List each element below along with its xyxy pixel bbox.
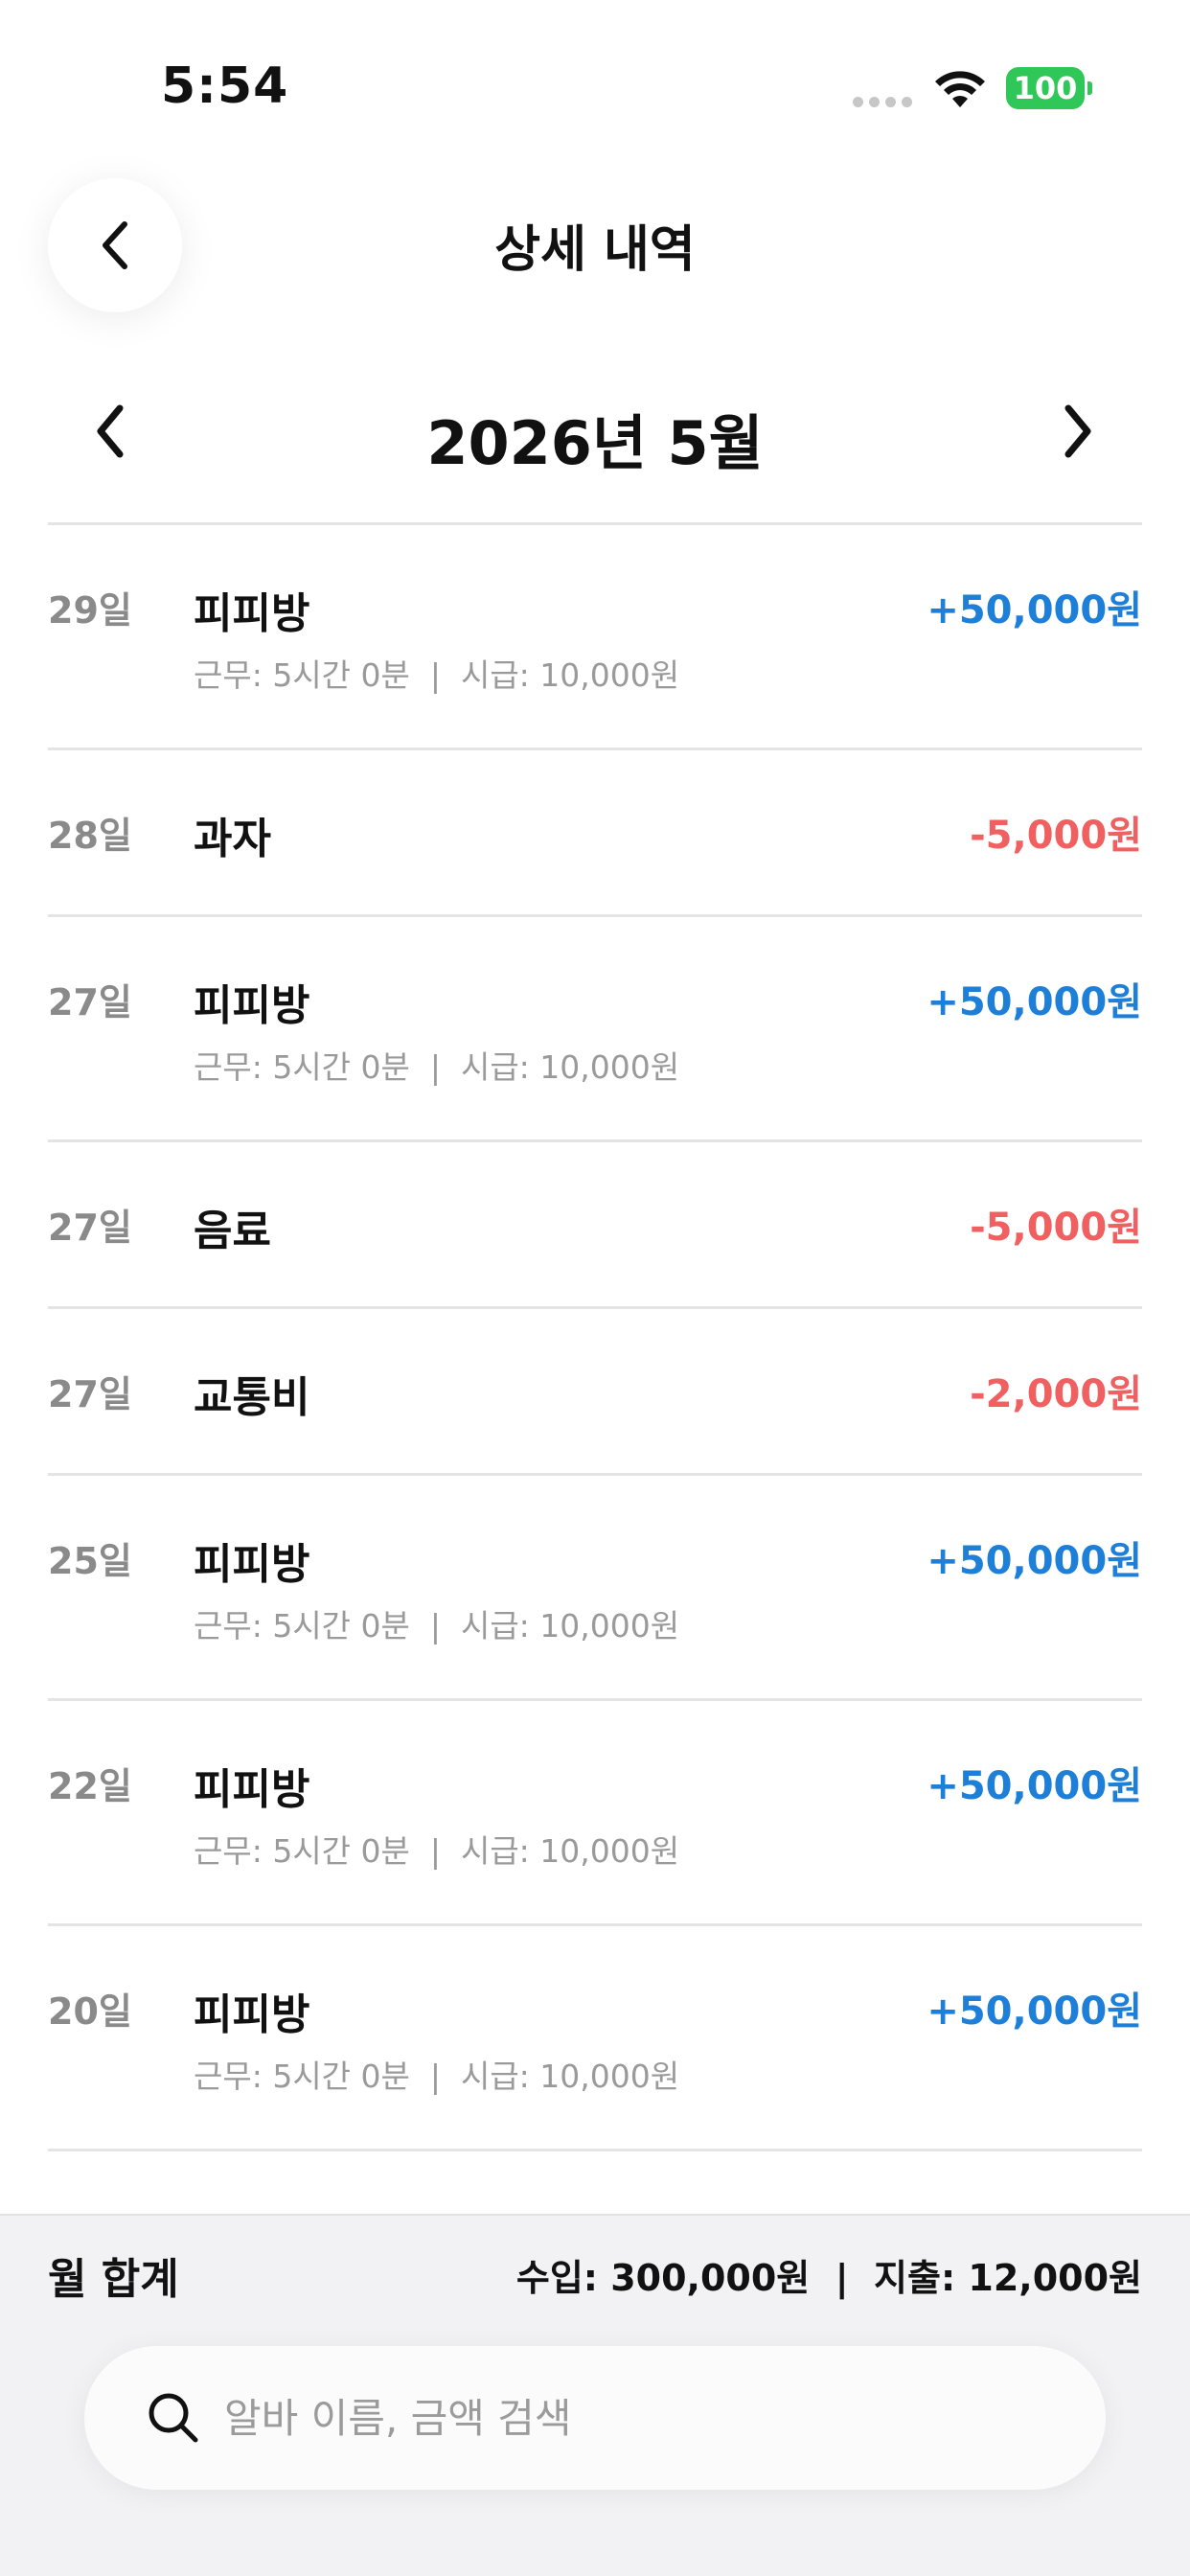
- transaction-amount: +50,000원: [927, 1764, 1142, 1808]
- battery-level: 100: [1006, 67, 1085, 109]
- cellular-signal-icon: [853, 94, 914, 109]
- transaction-amount: +50,000원: [927, 980, 1142, 1024]
- transaction-name: 피피방: [194, 1540, 310, 1589]
- transaction-row[interactable]: 25일 피피방 근무: 5시간 0분 | 시급: 10,000원 +50,000…: [48, 1476, 1142, 1698]
- transaction-day: 20일: [48, 1990, 132, 2033]
- page-title: 상세 내역: [494, 221, 696, 279]
- battery-icon: 100: [1006, 67, 1092, 109]
- search-icon: [149, 2393, 198, 2443]
- transaction-name: 피피방: [194, 1765, 310, 1814]
- transaction-amount: +50,000원: [927, 1990, 1142, 2034]
- transaction-day: 27일: [48, 1207, 132, 1249]
- transaction-row[interactable]: 20일 피피방 근무: 5시간 0분 | 시급: 10,000원 +50,000…: [48, 1926, 1142, 2149]
- transaction-detail: 근무: 5시간 0분 | 시급: 10,000원: [194, 1048, 680, 1086]
- transaction-name: 피피방: [194, 589, 310, 638]
- transaction-detail: 근무: 5시간 0분 | 시급: 10,000원: [194, 656, 680, 694]
- transaction-day: 22일: [48, 1765, 132, 1807]
- transaction-name: 피피방: [194, 1990, 310, 2039]
- transaction-name: 음료: [194, 1207, 271, 1255]
- status-time: 5:54: [161, 58, 289, 115]
- transaction-row[interactable]: 27일 피피방 근무: 5시간 0분 | 시급: 10,000원 +50,000…: [48, 917, 1142, 1139]
- transaction-row[interactable]: 22일 피피방 근무: 5시간 0분 | 시급: 10,000원 +50,000…: [48, 1701, 1142, 1923]
- status-bar: 5:54 100: [0, 0, 1190, 163]
- search-input[interactable]: [224, 2346, 1067, 2490]
- month-label: 2026년 5월: [426, 408, 764, 478]
- search-bar[interactable]: [84, 2346, 1106, 2490]
- transaction-day: 25일: [48, 1540, 132, 1582]
- transaction-amount: +50,000원: [927, 588, 1142, 632]
- transaction-detail: 근무: 5시간 0분 | 시급: 10,000원: [194, 2058, 680, 2095]
- transaction-amount: +50,000원: [927, 1539, 1142, 1583]
- transaction-name: 과자: [194, 815, 271, 863]
- next-month-button[interactable]: [1044, 393, 1111, 470]
- transaction-row[interactable]: 27일 음료 -5,000원: [48, 1142, 1142, 1306]
- transaction-day: 29일: [48, 589, 132, 632]
- chevron-right-icon: [1064, 404, 1091, 458]
- transaction-row[interactable]: 28일 과자 -5,000원: [48, 750, 1142, 914]
- transaction-row[interactable]: 29일 피피방 근무: 5시간 0분 | 시급: 10,000원 +50,000…: [48, 525, 1142, 748]
- monthly-total-summary: 수입: 300,000원 | 지출: 12,000원: [515, 2257, 1142, 2299]
- transaction-amount: -5,000원: [970, 814, 1142, 858]
- transaction-day: 27일: [48, 1373, 132, 1415]
- transaction-detail: 근무: 5시간 0분 | 시급: 10,000원: [194, 1607, 680, 1644]
- transaction-detail: 근무: 5시간 0분 | 시급: 10,000원: [194, 1832, 680, 1870]
- wifi-icon: [935, 71, 985, 107]
- transaction-name: 교통비: [194, 1373, 310, 1422]
- transaction-name: 피피방: [194, 981, 310, 1030]
- transaction-amount: -5,000원: [970, 1206, 1142, 1250]
- transaction-day: 28일: [48, 815, 132, 857]
- transaction-day: 27일: [48, 981, 132, 1024]
- bottom-panel: 월 합계 수입: 300,000원 | 지출: 12,000원: [0, 2214, 1190, 2576]
- transaction-amount: -2,000원: [970, 1372, 1142, 1416]
- monthly-total-label: 월 합계: [48, 2255, 179, 2304]
- transaction-row[interactable]: 27일 교통비 -2,000원: [48, 1309, 1142, 1473]
- divider: [48, 2149, 1142, 2151]
- transaction-list[interactable]: 29일 피피방 근무: 5시간 0분 | 시급: 10,000원 +50,000…: [48, 522, 1142, 2214]
